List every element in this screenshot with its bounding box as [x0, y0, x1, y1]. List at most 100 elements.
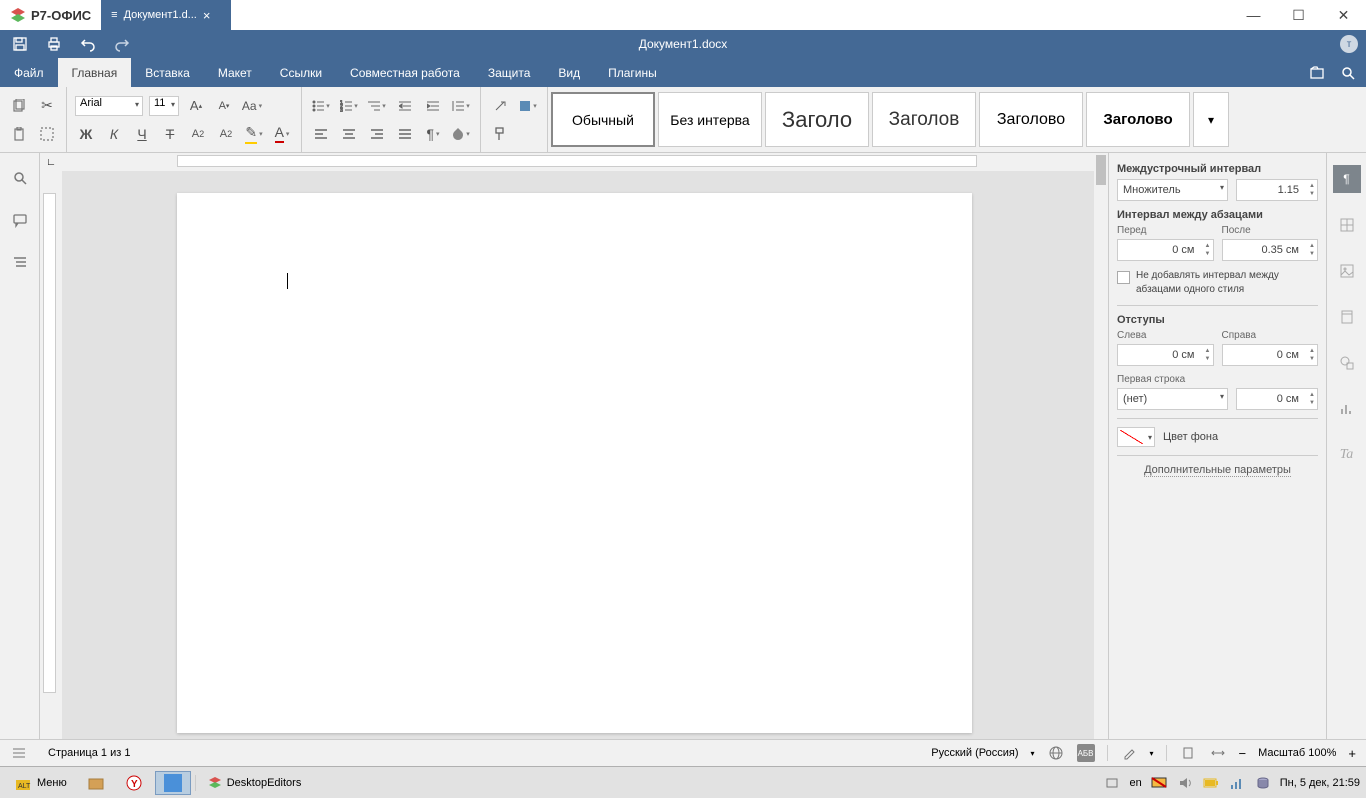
linespacing-mode-select[interactable]: Множитель▾	[1117, 179, 1228, 201]
firstline-value-input[interactable]: 0 см▲▼	[1236, 388, 1318, 410]
select-all-icon[interactable]	[36, 123, 58, 145]
horizontal-ruler[interactable]	[62, 153, 1108, 171]
font-name-select[interactable]: Arial▾	[75, 96, 143, 116]
close-tab-icon[interactable]: ×	[203, 8, 211, 23]
highlight-icon[interactable]: ✎	[243, 123, 265, 145]
subscript-icon[interactable]: A2	[215, 123, 237, 145]
clear-format-icon[interactable]	[489, 95, 511, 117]
increase-font-icon[interactable]: A▴	[185, 95, 207, 117]
left-indent-input[interactable]: 0 см▲▼	[1117, 344, 1214, 366]
taskbar-desktopeditors[interactable]: DesktopEditors	[200, 771, 310, 795]
zoom-in-button[interactable]: +	[1348, 746, 1356, 761]
before-input[interactable]: 0 см▲▼	[1117, 239, 1214, 261]
comments-icon[interactable]	[10, 210, 30, 230]
no-spacing-checkbox-row[interactable]: Не добавлять интервал между абзацами одн…	[1117, 269, 1318, 297]
menu-protect[interactable]: Защита	[474, 58, 545, 87]
fit-page-icon[interactable]	[1179, 744, 1197, 762]
status-menu-icon[interactable]	[10, 744, 28, 762]
insert-shape-icon[interactable]	[517, 95, 539, 117]
right-indent-input[interactable]: 0 см▲▼	[1222, 344, 1319, 366]
page-count[interactable]: Страница 1 из 1	[48, 747, 130, 759]
style-heading4[interactable]: Заголово	[1086, 92, 1190, 147]
multilevel-icon[interactable]	[366, 95, 388, 117]
maximize-button[interactable]: ☐	[1276, 0, 1321, 30]
table-settings-icon[interactable]	[1333, 211, 1361, 239]
style-normal[interactable]: Обычный	[551, 92, 655, 147]
firstline-mode-select[interactable]: (нет)▾	[1117, 388, 1228, 410]
display-icon[interactable]	[1150, 774, 1168, 792]
format-painter-icon[interactable]	[489, 123, 511, 145]
superscript-icon[interactable]: A2	[187, 123, 209, 145]
style-heading3[interactable]: Заголово	[979, 92, 1083, 147]
strikethrough-icon[interactable]: T	[159, 123, 181, 145]
decrease-indent-icon[interactable]	[394, 95, 416, 117]
paragraph-mark-icon[interactable]: ¶	[422, 123, 444, 145]
bullets-icon[interactable]	[310, 95, 332, 117]
clock[interactable]: Пн, 5 дек, 21:59	[1280, 777, 1360, 789]
doc-language[interactable]: Русский (Россия)	[931, 747, 1018, 759]
shape-settings-icon[interactable]	[1333, 349, 1361, 377]
find-icon[interactable]	[10, 168, 30, 188]
styles-more-button[interactable]: ▾	[1193, 92, 1229, 147]
change-case-icon[interactable]: Aa	[241, 95, 263, 117]
decrease-font-icon[interactable]: A▾	[213, 95, 235, 117]
browser-icon[interactable]: Y	[117, 771, 151, 795]
copy-icon[interactable]	[8, 95, 30, 117]
minimize-button[interactable]: —	[1231, 0, 1276, 30]
image-settings-icon[interactable]	[1333, 257, 1361, 285]
numbering-icon[interactable]: 123	[338, 95, 360, 117]
zoom-out-button[interactable]: −	[1239, 746, 1247, 761]
tray-expand-icon[interactable]	[1103, 774, 1121, 792]
after-input[interactable]: 0.35 см▲▼	[1222, 239, 1319, 261]
bgcolor-swatch[interactable]: ▾	[1117, 427, 1155, 447]
menu-view[interactable]: Вид	[544, 58, 594, 87]
disk-icon[interactable]	[1254, 774, 1272, 792]
document-tab[interactable]: ≡ Документ1.d... ×	[101, 0, 231, 30]
user-avatar[interactable]: т	[1340, 35, 1358, 53]
checkbox-icon[interactable]	[1117, 271, 1130, 284]
paste-icon[interactable]	[8, 123, 30, 145]
align-justify-icon[interactable]	[394, 123, 416, 145]
taskbar-app-active[interactable]	[155, 771, 191, 795]
align-left-icon[interactable]	[310, 123, 332, 145]
network-icon[interactable]	[1228, 774, 1246, 792]
menu-home[interactable]: Главная	[58, 58, 132, 87]
cut-icon[interactable]: ✂	[36, 95, 58, 117]
search-icon[interactable]	[1340, 65, 1356, 81]
bold-icon[interactable]: Ж	[75, 123, 97, 145]
globe-icon[interactable]	[1047, 744, 1065, 762]
document-page[interactable]	[177, 193, 972, 733]
spellcheck-icon[interactable]: АБВ	[1077, 744, 1095, 762]
font-size-select[interactable]: 11▾	[149, 96, 179, 116]
vertical-scrollbar[interactable]	[1094, 153, 1108, 739]
fit-width-icon[interactable]	[1209, 744, 1227, 762]
underline-icon[interactable]: Ч	[131, 123, 153, 145]
redo-icon[interactable]	[112, 34, 132, 54]
volume-icon[interactable]	[1176, 774, 1194, 792]
increase-indent-icon[interactable]	[422, 95, 444, 117]
zoom-level[interactable]: Масштаб 100%	[1258, 747, 1336, 759]
track-changes-icon[interactable]	[1120, 744, 1138, 762]
line-spacing-icon[interactable]	[450, 95, 472, 117]
font-color-icon[interactable]: A	[271, 123, 293, 145]
menu-insert[interactable]: Вставка	[131, 58, 204, 87]
undo-icon[interactable]	[78, 34, 98, 54]
chart-settings-icon[interactable]	[1333, 395, 1361, 423]
print-icon[interactable]	[44, 34, 64, 54]
keyboard-layout[interactable]: en	[1129, 777, 1141, 789]
menu-file[interactable]: Файл	[0, 58, 58, 87]
textart-settings-icon[interactable]: Ta	[1333, 441, 1361, 469]
header-footer-icon[interactable]	[1333, 303, 1361, 331]
advanced-settings-link[interactable]: Дополнительные параметры	[1144, 464, 1291, 477]
align-right-icon[interactable]	[366, 123, 388, 145]
align-center-icon[interactable]	[338, 123, 360, 145]
headings-icon[interactable]	[10, 252, 30, 272]
menu-plugins[interactable]: Плагины	[594, 58, 671, 87]
style-nospacing[interactable]: Без интерва	[658, 92, 762, 147]
menu-references[interactable]: Ссылки	[266, 58, 336, 87]
paragraph-settings-icon[interactable]: ¶	[1333, 165, 1361, 193]
shading-icon[interactable]	[450, 123, 472, 145]
close-window-button[interactable]: ✕	[1321, 0, 1366, 30]
open-location-icon[interactable]	[1309, 65, 1325, 81]
save-icon[interactable]	[10, 34, 30, 54]
